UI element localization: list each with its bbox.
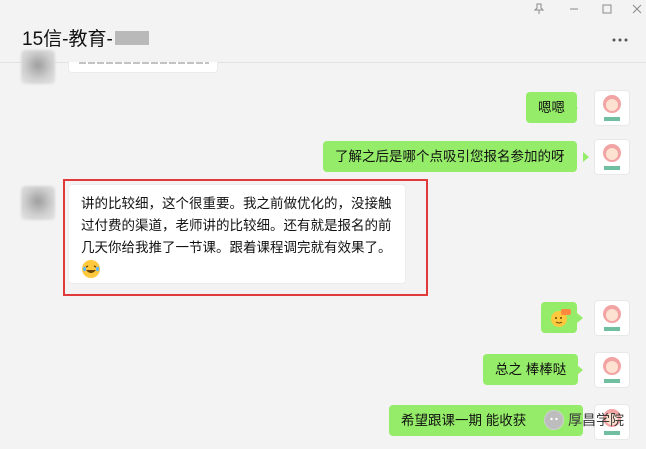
watermark: 厚昌学院 — [544, 410, 624, 430]
minimize-icon[interactable] — [565, 2, 583, 20]
message-text: 总之 棒棒哒 — [495, 362, 567, 377]
own-avatar[interactable] — [594, 90, 630, 126]
message-bubble[interactable]: 总之 棒棒哒 — [483, 354, 579, 385]
chat-title: 15信-教育- — [22, 24, 149, 51]
maximize-icon[interactable] — [598, 2, 616, 20]
666-emoji-icon — [549, 308, 571, 339]
redacted-name-block — [114, 30, 149, 45]
chat-title-bar: 15信-教育- — [0, 0, 646, 63]
contact-avatar[interactable] — [21, 186, 55, 220]
own-avatar[interactable] — [594, 300, 630, 336]
message-text: 嗯嗯 — [538, 100, 565, 115]
close-icon[interactable] — [628, 2, 646, 20]
contact-avatar[interactable] — [21, 50, 55, 84]
bubble-tail — [577, 365, 583, 375]
bubble-tail — [572, 103, 578, 113]
bubble-tail — [577, 313, 583, 323]
message-bubble-cut — [68, 62, 218, 73]
pin-icon[interactable] — [530, 2, 548, 20]
bubble-tail — [583, 152, 589, 162]
watermark-text: 厚昌学院 — [568, 412, 624, 428]
wechat-account-icon — [544, 410, 564, 430]
more-options-icon[interactable] — [612, 34, 628, 42]
own-avatar[interactable] — [594, 139, 630, 175]
message-bubble[interactable]: 嗯嗯 — [526, 92, 577, 123]
own-avatar[interactable] — [594, 352, 630, 388]
message-bubble[interactable] — [541, 302, 577, 333]
message-text: 希望跟课一期 能收获 — [401, 413, 527, 428]
cut-text-fragment — [79, 62, 209, 64]
chat-title-text: 15信-教育- — [22, 29, 113, 50]
message-bubble[interactable]: 了解之后是哪个点吸引您报名参加的呀 — [323, 141, 577, 172]
highlight-box — [63, 179, 428, 296]
message-text: 了解之后是哪个点吸引您报名参加的呀 — [335, 149, 565, 164]
